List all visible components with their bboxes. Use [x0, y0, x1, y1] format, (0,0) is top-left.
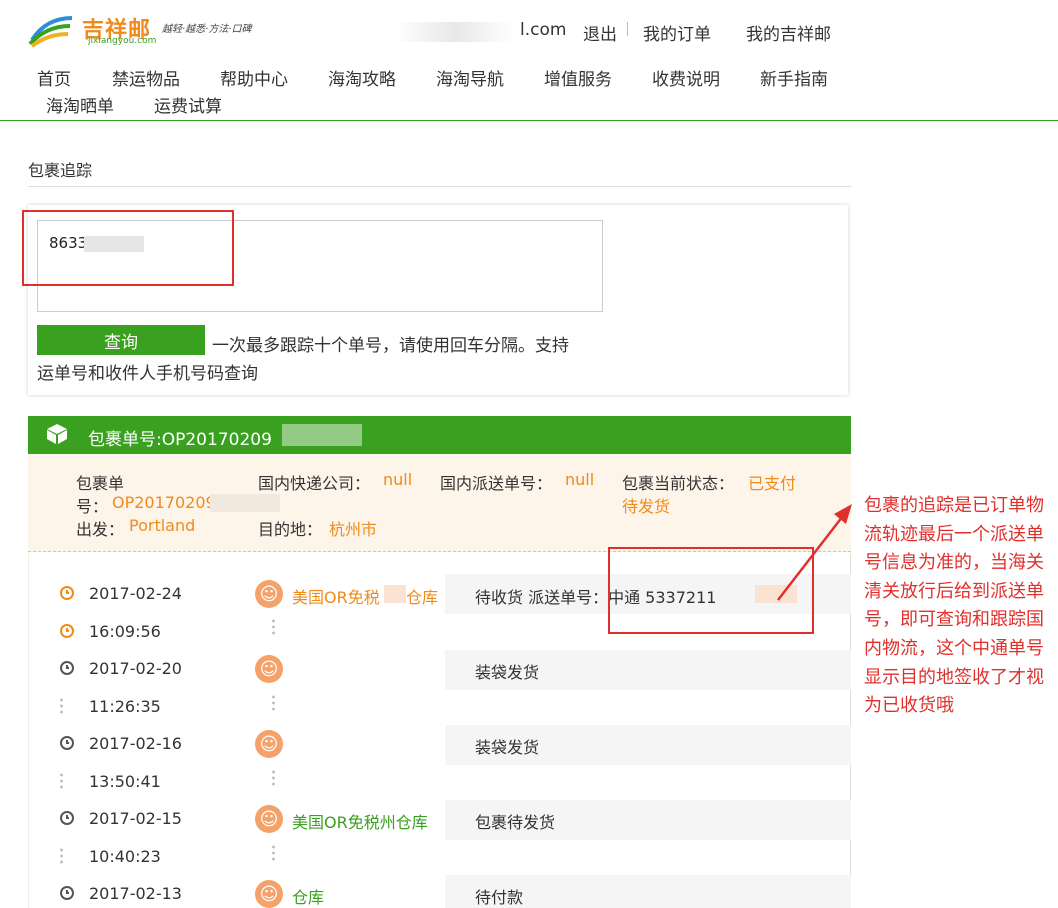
page-title: 包裹追踪 [28, 161, 93, 180]
event-location: 美国OR免税 [292, 588, 380, 607]
event-time: 16:09:56 [89, 622, 161, 641]
search-hint-line2: 运单号和收件人手机号码查询 [37, 364, 258, 384]
origin-label: 出发： [76, 520, 125, 539]
status-value-1: 已支付 [748, 474, 797, 493]
clock-icon [60, 736, 74, 750]
destination-label: 目的地： [258, 520, 323, 539]
origin-value: Portland [129, 516, 196, 535]
pkg-no-value: OP201702091 [112, 493, 226, 512]
event-status: 待付款 [475, 888, 524, 907]
package-box-icon [47, 424, 67, 444]
logout-link[interactable]: 退出 [583, 20, 617, 45]
destination-value: 杭州市 [329, 520, 378, 539]
nav-value-added-services[interactable]: 增值服务 [544, 65, 612, 90]
event-status: 包裹待发货 [475, 813, 556, 832]
package-number-redaction [282, 424, 362, 446]
event-date: 2017-02-16 [89, 734, 182, 753]
logo-icon[interactable] [28, 12, 74, 48]
nav-prohibited-items[interactable]: 禁运物品 [112, 65, 180, 90]
event-time: 11:26:35 [89, 697, 161, 716]
logo-slogan: 越轻·越悉·方法·口碑 [162, 24, 252, 35]
pkg-no-label-2: 号： [76, 497, 109, 516]
courier-label: 国内快递公司： [258, 474, 371, 493]
highlight-box-input [22, 210, 234, 286]
nav-shopping-guide[interactable]: 海淘攻略 [328, 65, 396, 90]
event-status: 装袋发货 [475, 738, 540, 757]
nav-beginner-guide[interactable]: 新手指南 [760, 65, 828, 90]
header-separator [627, 22, 628, 36]
pkg-no-redaction [210, 494, 280, 512]
event-status: 装袋发货 [475, 663, 540, 682]
nav-help-center[interactable]: 帮助中心 [220, 65, 288, 90]
clock-icon [60, 661, 74, 675]
clock-icon [60, 811, 74, 825]
timeline-connector [272, 844, 275, 862]
nav-pricing[interactable]: 收费说明 [652, 65, 720, 90]
courier-value: null [383, 470, 413, 489]
event-date: 2017-02-13 [89, 884, 182, 903]
smile-icon: ☺ [255, 805, 283, 833]
event-location-tail: 仓库 [406, 588, 439, 607]
event-time: 13:50:41 [89, 772, 161, 791]
event-location: 仓库 [292, 888, 325, 907]
logo-domain: jixiangyou.com [88, 36, 157, 46]
status-label: 包裹当前状态： [622, 474, 735, 493]
smile-icon: ☺ [255, 730, 283, 758]
event-date: 2017-02-15 [89, 809, 182, 828]
timeline-connector [60, 772, 63, 790]
timeline-connector [60, 847, 63, 865]
event-date: 2017-02-24 [89, 584, 182, 603]
nav-home[interactable]: 首页 [37, 65, 71, 90]
my-orders-link[interactable]: 我的订单 [643, 20, 711, 45]
timeline-connector [272, 618, 275, 636]
location-redaction [384, 585, 406, 603]
event-date: 2017-02-20 [89, 659, 182, 678]
timeline-connector [272, 769, 275, 787]
query-button[interactable]: 查询 [37, 325, 205, 355]
user-email-blurred [395, 22, 515, 42]
nav-share-orders[interactable]: 海淘晒单 [46, 92, 114, 117]
event-location: 美国OR免税州仓库 [292, 813, 428, 832]
header-divider [0, 120, 1058, 121]
annotation-arrow-icon [777, 504, 852, 601]
pkg-no-label-1: 包裹单 [76, 474, 125, 493]
smile-icon: ☺ [255, 580, 283, 608]
status-value-2: 待发货 [622, 497, 671, 516]
smile-icon: ☺ [255, 880, 283, 908]
dispatch-no-label: 国内派送单号： [440, 474, 553, 493]
search-hint-line1: 一次最多跟踪十个单号，请使用回车分隔。支持 [212, 336, 569, 356]
clock-icon [60, 886, 74, 900]
nav-shopping-navigation[interactable]: 海淘导航 [436, 65, 504, 90]
timeline-left-border [28, 553, 29, 908]
smile-icon: ☺ [255, 655, 283, 683]
package-number-title: 包裹单号:OP20170209 [88, 430, 272, 450]
timeline-connector [272, 694, 275, 712]
annotation-note: 包裹的追踪是已订单物流轨迹最后一个派送单号信息为准的，当海关清关放行后给到派送单… [864, 495, 1044, 717]
event-time: 10:40:23 [89, 847, 161, 866]
user-email: l.com [520, 20, 567, 40]
title-divider [28, 186, 851, 187]
clock-icon [60, 624, 74, 638]
nav-shipping-calculator[interactable]: 运费试算 [154, 92, 222, 117]
timeline-connector [60, 697, 63, 715]
my-account-link[interactable]: 我的吉祥邮 [746, 20, 831, 45]
dispatch-no-value: null [565, 470, 595, 489]
clock-icon [60, 586, 74, 600]
